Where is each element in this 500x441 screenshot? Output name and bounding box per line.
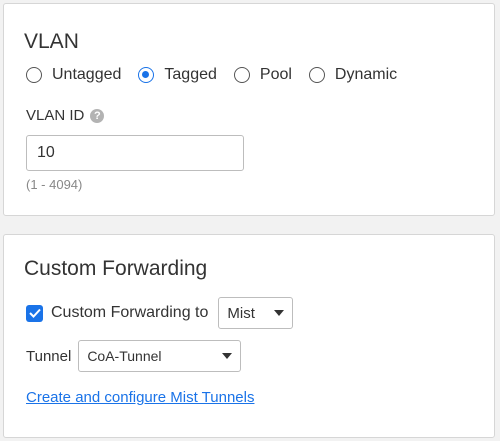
radio-dynamic-circle[interactable]: [308, 67, 325, 83]
radio-pool-label: Pool: [259, 66, 292, 83]
tunnel-row: Tunnel CoA-Tunnel: [26, 340, 242, 372]
vlan-id-range-hint: (1 - 4094): [26, 177, 83, 192]
create-mist-tunnels-link[interactable]: Create and configure Mist Tunnels: [26, 389, 254, 406]
wlan-settings-page: VLAN Untagged Tagged Pool Dynamic VLAN I…: [0, 0, 500, 441]
chevron-down-icon: [222, 353, 233, 359]
vlan-type-radio-group: Untagged Tagged Pool Dynamic: [26, 66, 397, 84]
radio-tagged-circle[interactable]: [138, 67, 155, 83]
forward-to-value: Mist: [227, 304, 255, 322]
radio-untagged-label: Untagged: [52, 66, 122, 83]
radio-dynamic-label: Dynamic: [334, 66, 398, 83]
vlan-card: VLAN Untagged Tagged Pool Dynamic VLAN I…: [3, 3, 495, 216]
custom-forwarding-row: Custom Forwarding to Mist: [26, 297, 294, 329]
radio-dynamic[interactable]: Dynamic: [308, 66, 398, 84]
custom-forwarding-label: Custom Forwarding to: [51, 304, 209, 321]
tunnel-select[interactable]: CoA-Tunnel: [78, 340, 242, 372]
radio-tagged[interactable]: Tagged: [138, 66, 217, 84]
checkmark-icon: [28, 308, 41, 318]
tunnel-value: CoA-Tunnel: [87, 348, 162, 364]
radio-untagged[interactable]: Untagged: [26, 66, 121, 84]
custom-forwarding-section-title: Custom Forwarding: [24, 257, 208, 280]
vlan-id-label: VLAN ID: [26, 107, 85, 124]
chevron-down-icon: [274, 310, 285, 316]
custom-forwarding-checkbox[interactable]: [26, 304, 43, 322]
vlan-section-title: VLAN: [24, 30, 79, 53]
radio-pool-circle[interactable]: [233, 67, 250, 83]
radio-tagged-label: Tagged: [164, 66, 217, 83]
custom-forwarding-card: Custom Forwarding Custom Forwarding to M…: [3, 234, 495, 438]
forward-to-select[interactable]: Mist: [218, 297, 294, 329]
vlan-id-input[interactable]: [26, 135, 244, 171]
radio-untagged-circle[interactable]: [26, 67, 42, 83]
radio-pool[interactable]: Pool: [233, 66, 292, 84]
vlan-id-label-row: VLAN ID ?: [26, 107, 105, 124]
help-icon[interactable]: ?: [90, 108, 105, 123]
tunnel-label: Tunnel: [26, 347, 72, 365]
